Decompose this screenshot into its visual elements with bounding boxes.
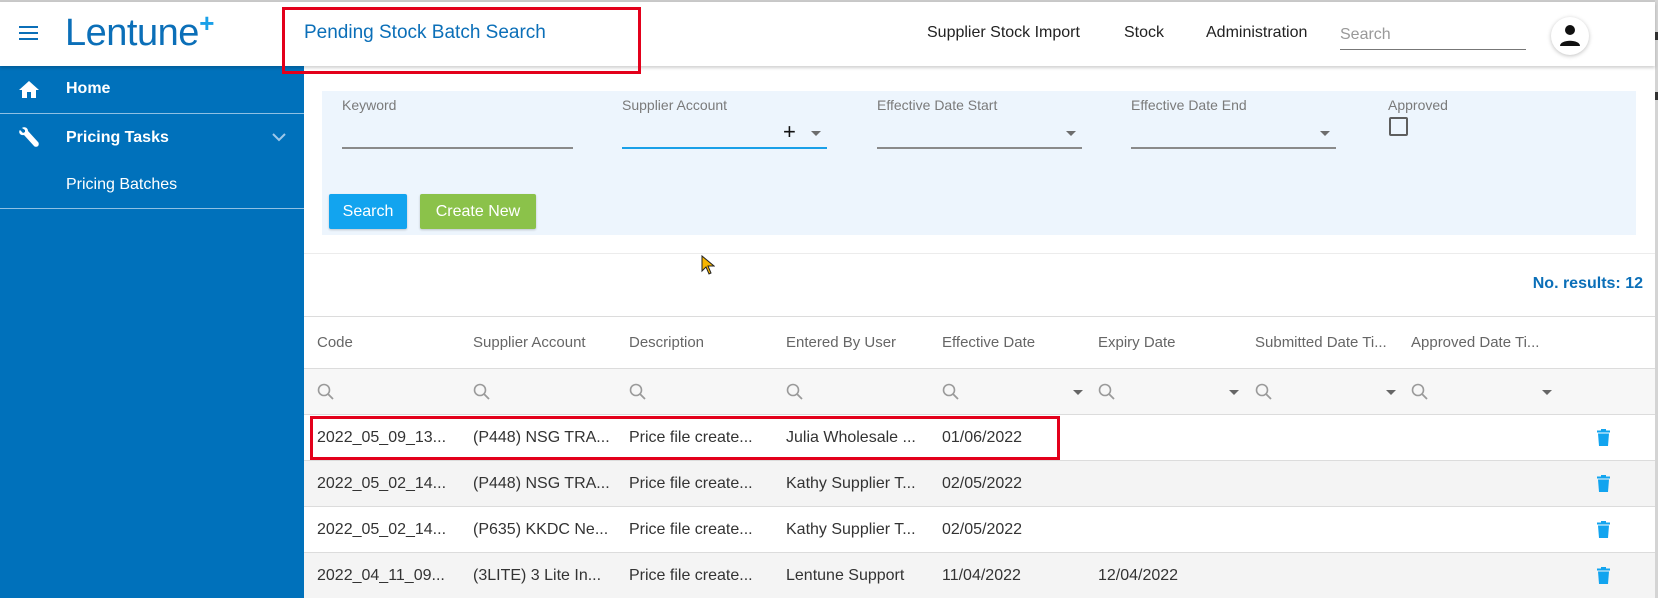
search-button[interactable]: Search (329, 194, 407, 229)
cell-expiry: 12/04/2022 (1098, 567, 1179, 584)
effective-date-start-underline (877, 147, 1082, 149)
cell-user: Kathy Supplier T... (786, 521, 916, 538)
cell-description: Price file create... (629, 521, 753, 538)
home-icon (19, 81, 39, 98)
cell-code: 2022_05_09_13... (317, 429, 447, 446)
nav-supplier-stock-import[interactable]: Supplier Stock Import (927, 24, 1080, 42)
dropdown-caret-icon[interactable] (1320, 131, 1330, 136)
effective-date-start-label: Effective Date Start (877, 97, 998, 113)
column-header-supplier-account[interactable]: Supplier Account (473, 334, 586, 351)
dropdown-caret-icon[interactable] (1066, 131, 1076, 136)
supplier-account-label: Supplier Account (622, 97, 728, 113)
sidebar: Home Pricing Tasks Pricing Batches (0, 66, 304, 598)
nav-stock[interactable]: Stock (1124, 24, 1164, 42)
sidebar-item-label: Pricing Tasks (66, 129, 169, 146)
cell-description: Price file create... (629, 429, 753, 446)
column-filter-search-icon[interactable] (1255, 383, 1273, 406)
create-new-button[interactable]: Create New (420, 194, 536, 229)
delete-icon[interactable] (1597, 521, 1610, 543)
cell-user: Kathy Supplier T... (786, 475, 916, 492)
delete-icon[interactable] (1597, 475, 1610, 497)
cell-supplier: (P448) NSG TRA... (473, 429, 610, 446)
column-filter-dropdown-icon[interactable] (1229, 390, 1239, 395)
table-row[interactable]: 2022_05_09_13... (P448) NSG TRA... Price f… (304, 415, 1655, 461)
column-header-approved-date[interactable]: Approved Date Ti... (1411, 334, 1539, 351)
cell-code: 2022_05_02_14... (317, 475, 447, 492)
table-row[interactable]: 2022_04_11_09... (3LITE) 3 Lite In... Pric… (304, 553, 1655, 598)
table-row[interactable]: 2022_05_02_14... (P635) KKDC Ne... Price f… (304, 507, 1655, 553)
cell-effective: 11/04/2022 (942, 567, 1021, 584)
cell-supplier: (P448) NSG TRA... (473, 475, 610, 492)
column-filter-search-icon[interactable] (786, 383, 804, 406)
chevron-down-icon[interactable] (272, 133, 286, 142)
cell-supplier: (3LITE) 3 Lite In... (473, 567, 602, 584)
user-avatar-button[interactable] (1551, 17, 1589, 55)
sidebar-item-label: Home (66, 80, 111, 97)
column-filter-search-icon[interactable] (473, 383, 491, 406)
top-app-bar: Lentune + Pending Stock Batch Search Supp… (0, 2, 1655, 66)
cell-user: Julia Wholesale ... (786, 429, 916, 446)
mouse-cursor-icon (701, 255, 715, 275)
effective-date-end-underline (1131, 147, 1336, 149)
wrench-icon (19, 127, 39, 147)
results-count: No. results: 12 (1532, 275, 1643, 292)
logo-plus: + (199, 8, 214, 38)
page-title: Pending Stock Batch Search (304, 22, 546, 43)
keyword-label: Keyword (342, 97, 397, 113)
column-header-expiry-date[interactable]: Expiry Date (1098, 334, 1176, 351)
cell-code: 2022_04_11_09... (317, 567, 445, 584)
approved-checkbox[interactable] (1389, 117, 1408, 136)
column-header-code[interactable]: Code (317, 334, 353, 351)
effective-date-end-label: Effective Date End (1131, 97, 1247, 113)
cell-effective: 01/06/2022 (942, 429, 1023, 446)
column-filter-dropdown-icon[interactable] (1542, 390, 1552, 395)
cell-code: 2022_05_02_14... (317, 521, 447, 538)
supplier-account-underline (622, 147, 827, 149)
table-filter-row (304, 369, 1655, 415)
cell-user: Lentune Support (786, 567, 905, 584)
cell-description: Price file create... (629, 475, 753, 492)
column-filter-dropdown-icon[interactable] (1073, 390, 1083, 395)
sidebar-item-label: Pricing Batches (66, 176, 178, 193)
column-filter-search-icon[interactable] (1098, 383, 1116, 406)
approved-label: Approved (1388, 97, 1448, 113)
person-icon (1560, 25, 1580, 46)
table-header-row: Code Supplier Account Description Entere… (304, 317, 1655, 369)
sidebar-item-home[interactable]: Home (0, 66, 304, 113)
divider (304, 253, 1655, 254)
table-row[interactable]: 2022_05_02_14... (P448) NSG TRA... Price f… (304, 461, 1655, 507)
cell-effective: 02/05/2022 (942, 521, 1023, 538)
cell-supplier: (P635) KKDC Ne... (473, 521, 609, 538)
column-filter-search-icon[interactable] (1411, 383, 1429, 406)
app-window: Lentune + Pending Stock Batch Search Supp… (0, 0, 1658, 598)
menu-icon[interactable] (19, 26, 38, 40)
logo-text: Lentune (65, 12, 199, 54)
column-header-description[interactable]: Description (629, 334, 704, 351)
global-search-input[interactable] (1340, 20, 1526, 50)
cell-effective: 02/05/2022 (942, 475, 1023, 492)
sidebar-divider (0, 208, 304, 209)
keyword-underline (342, 147, 573, 149)
lentune-logo[interactable]: Lentune + (65, 8, 214, 55)
nav-administration[interactable]: Administration (1206, 24, 1307, 42)
sidebar-item-pricing-tasks[interactable]: Pricing Tasks (0, 114, 304, 160)
delete-icon[interactable] (1597, 567, 1610, 589)
column-filter-search-icon[interactable] (942, 383, 960, 406)
delete-icon[interactable] (1597, 429, 1610, 451)
sidebar-item-pricing-batches[interactable]: Pricing Batches (0, 162, 304, 208)
add-icon[interactable]: + (783, 121, 796, 143)
column-filter-dropdown-icon[interactable] (1386, 390, 1396, 395)
column-header-entered-by-user[interactable]: Entered By User (786, 334, 896, 351)
column-header-effective-date[interactable]: Effective Date (942, 334, 1035, 351)
column-header-submitted-date[interactable]: Submitted Date Ti... (1255, 334, 1387, 351)
column-filter-search-icon[interactable] (629, 383, 647, 406)
column-filter-search-icon[interactable] (317, 383, 335, 406)
dropdown-caret-icon[interactable] (811, 131, 821, 136)
cell-description: Price file create... (629, 567, 753, 584)
